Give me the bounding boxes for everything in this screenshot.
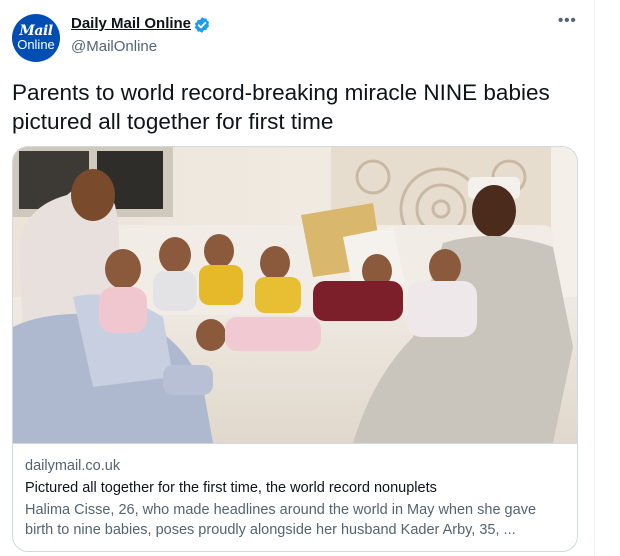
- card-domain: dailymail.co.uk: [25, 458, 121, 474]
- tweet[interactable]: Mail Online Daily Mail Online @MailOnlin…: [0, 0, 594, 556]
- more-options-icon[interactable]: •••: [558, 12, 577, 29]
- card-title: Pictured all together for the first time…: [25, 480, 437, 496]
- card-description: Halima Cisse, 26, who made headlines aro…: [25, 502, 537, 538]
- handle: @MailOnline: [71, 38, 158, 55]
- tweet-text: Parents to world record-breaking miracle…: [12, 80, 550, 134]
- avatar[interactable]: Mail Online: [12, 14, 60, 62]
- card-meta[interactable]: dailymail.co.uk Pictured all together fo…: [13, 443, 577, 551]
- card-image[interactable]: [13, 147, 577, 443]
- verified-badge-icon: [194, 17, 210, 33]
- avatar-text-online: Online: [17, 36, 55, 52]
- link-preview-card[interactable]: dailymail.co.uk Pictured all together fo…: [12, 146, 578, 552]
- display-name-link[interactable]: Daily Mail Online: [71, 15, 191, 32]
- timeline-divider: [594, 0, 595, 556]
- avatar-text-mail: Mail: [19, 22, 53, 39]
